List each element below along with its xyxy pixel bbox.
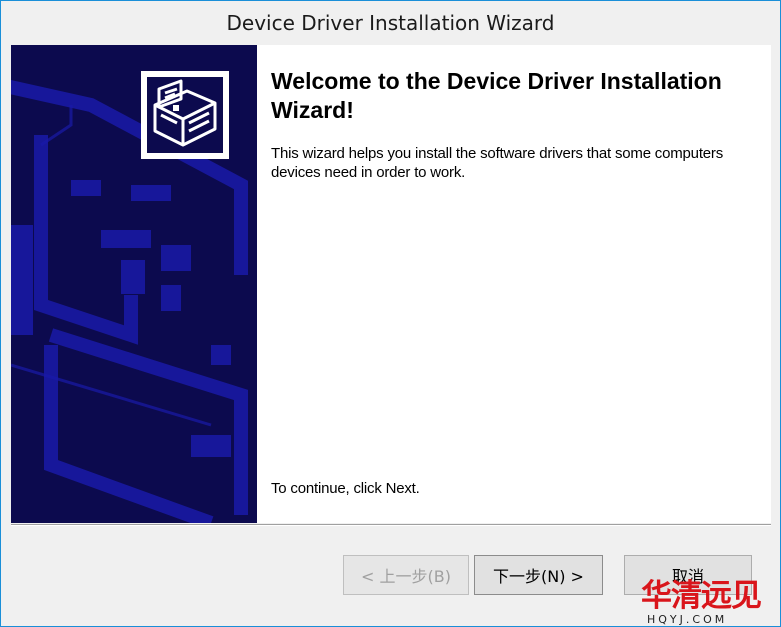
title-bar[interactable]: Device Driver Installation Wizard [1,1,780,45]
watermark-brand: 华清远见 [641,578,762,614]
next-button[interactable]: 下一步(N) > [474,555,603,595]
device-box-icon [141,71,229,159]
welcome-heading: Welcome to the Device Driver Installatio… [271,68,722,123]
back-button[interactable]: < 上一步(B) [343,555,469,595]
wizard-description: This wizard helps you install the softwa… [271,145,724,181]
wizard-window: Device Driver Installation Wizard Welcom… [0,0,781,627]
continue-instruction: To continue, click Next. [271,480,420,497]
wizard-content: Welcome to the Device Driver Installatio… [11,45,771,523]
wizard-main-panel: Welcome to the Device Driver Installatio… [257,45,771,523]
wizard-side-banner [11,45,257,523]
brand-watermark: 华清远见 HQYJ.COM [641,579,781,627]
watermark-site: HQYJ.COM [647,613,728,626]
window-title: Device Driver Installation Wizard [226,11,555,35]
